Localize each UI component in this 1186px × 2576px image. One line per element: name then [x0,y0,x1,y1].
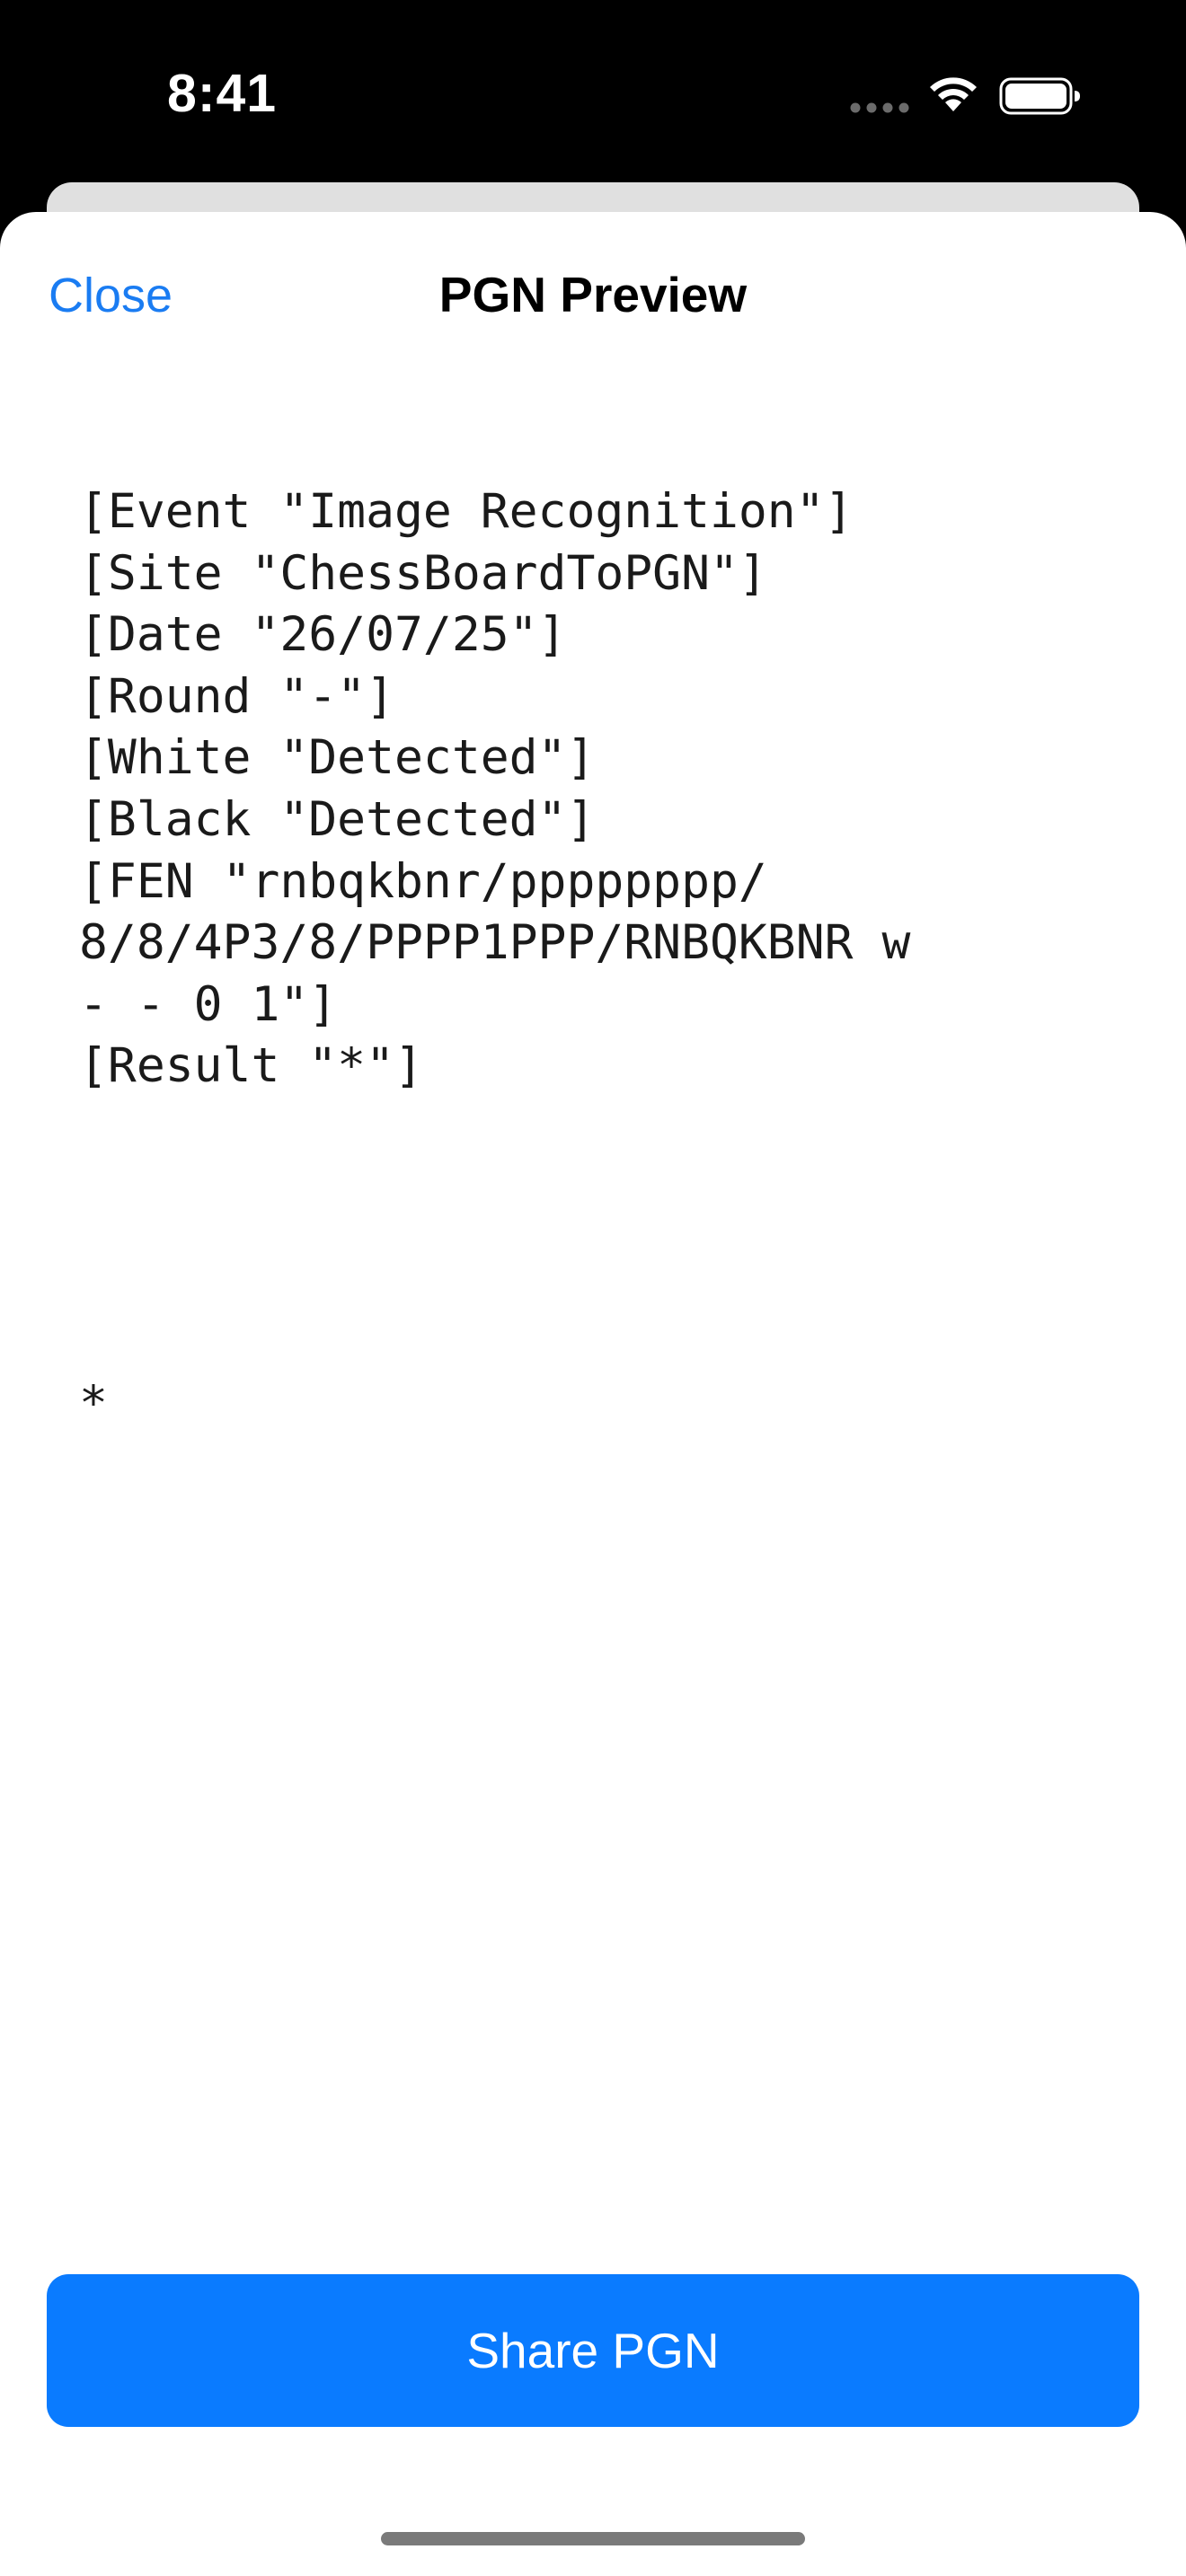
pgn-line: [Result "*"] [79,1038,423,1094]
pgn-line: [Round "-"] [79,668,394,724]
share-pgn-button[interactable]: Share PGN [47,2274,1139,2427]
pgn-line: [Black "Detected"] [79,791,596,847]
pgn-line: [Site "ChessBoardToPGN"] [79,545,767,601]
pgn-preview-sheet: Close PGN Preview [Event "Image Recognit… [0,212,1186,2576]
pgn-text: [Event "Image Recognition"] [Site "Chess… [79,481,1121,1098]
wifi-icon [930,77,977,111]
battery-icon [999,77,1080,115]
pgn-line: 8/8/4P3/8/PPPP1PPP/RNBQKBNR w [79,915,911,971]
pgn-line: [Event "Image Recognition"] [79,484,854,539]
page-title: PGN Preview [438,267,748,322]
pgn-line: [FEN "rnbqkbnr/pppppppp/ [79,853,767,909]
home-indicator [381,2532,805,2545]
status-time: 8:41 [167,64,278,123]
status-bar: 8:41 [0,0,1186,180]
signal-dots-icon [850,102,909,113]
pgn-line: [Date "26/07/25"] [79,607,567,663]
pgn-game-result: * [79,1376,108,1431]
pgn-line: [White "Detected"] [79,730,596,786]
pgn-line: - - 0 1"] [79,976,338,1032]
